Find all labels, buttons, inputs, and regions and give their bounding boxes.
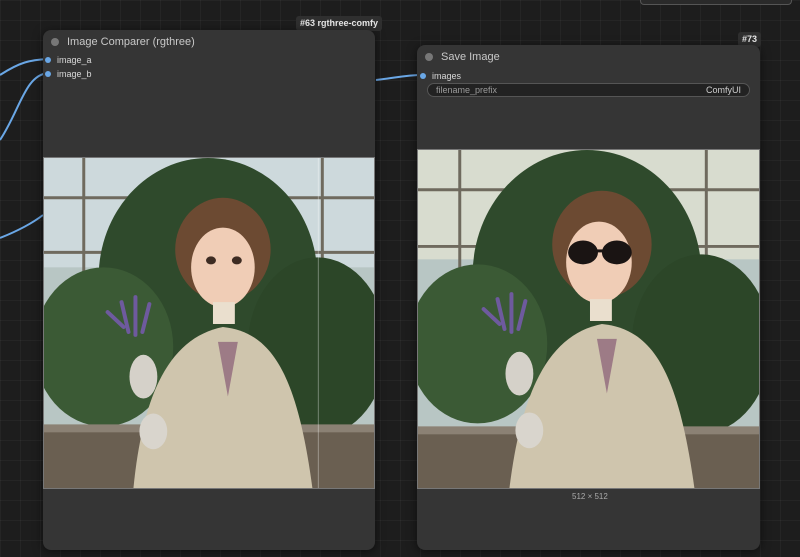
save-image-node[interactable]: Save Image images filename_prefix ComfyU… <box>417 45 760 550</box>
input-port-icon[interactable] <box>420 73 426 79</box>
top-toolbar-edge <box>640 0 792 5</box>
node-dot-icon[interactable] <box>425 53 433 61</box>
input-port-icon[interactable] <box>45 57 51 63</box>
node-id-badge: #63 rgthree-comfy <box>296 16 383 31</box>
input-image-b[interactable]: image_b <box>45 68 92 80</box>
node-title-bar[interactable]: Save Image <box>417 45 760 69</box>
input-port-icon[interactable] <box>45 71 51 77</box>
filename-prefix-field[interactable]: filename_prefix ComfyUI <box>427 83 750 97</box>
widget-label: filename_prefix <box>436 85 498 95</box>
node-title-bar[interactable]: Image Comparer (rgthree) <box>43 30 375 54</box>
image-dimensions: 512 × 512 <box>572 492 608 501</box>
node-title: Save Image <box>441 51 500 63</box>
input-image-a[interactable]: image_a <box>45 54 92 66</box>
output-image-preview[interactable] <box>417 149 760 489</box>
node-dot-icon[interactable] <box>51 38 59 46</box>
node-title: Image Comparer (rgthree) <box>67 36 195 48</box>
widget-value: ComfyUI <box>705 85 741 95</box>
image-comparer-node[interactable]: Image Comparer (rgthree) image_a image_b <box>43 30 375 550</box>
input-images[interactable]: images <box>420 70 461 82</box>
comparison-image[interactable] <box>43 157 375 489</box>
